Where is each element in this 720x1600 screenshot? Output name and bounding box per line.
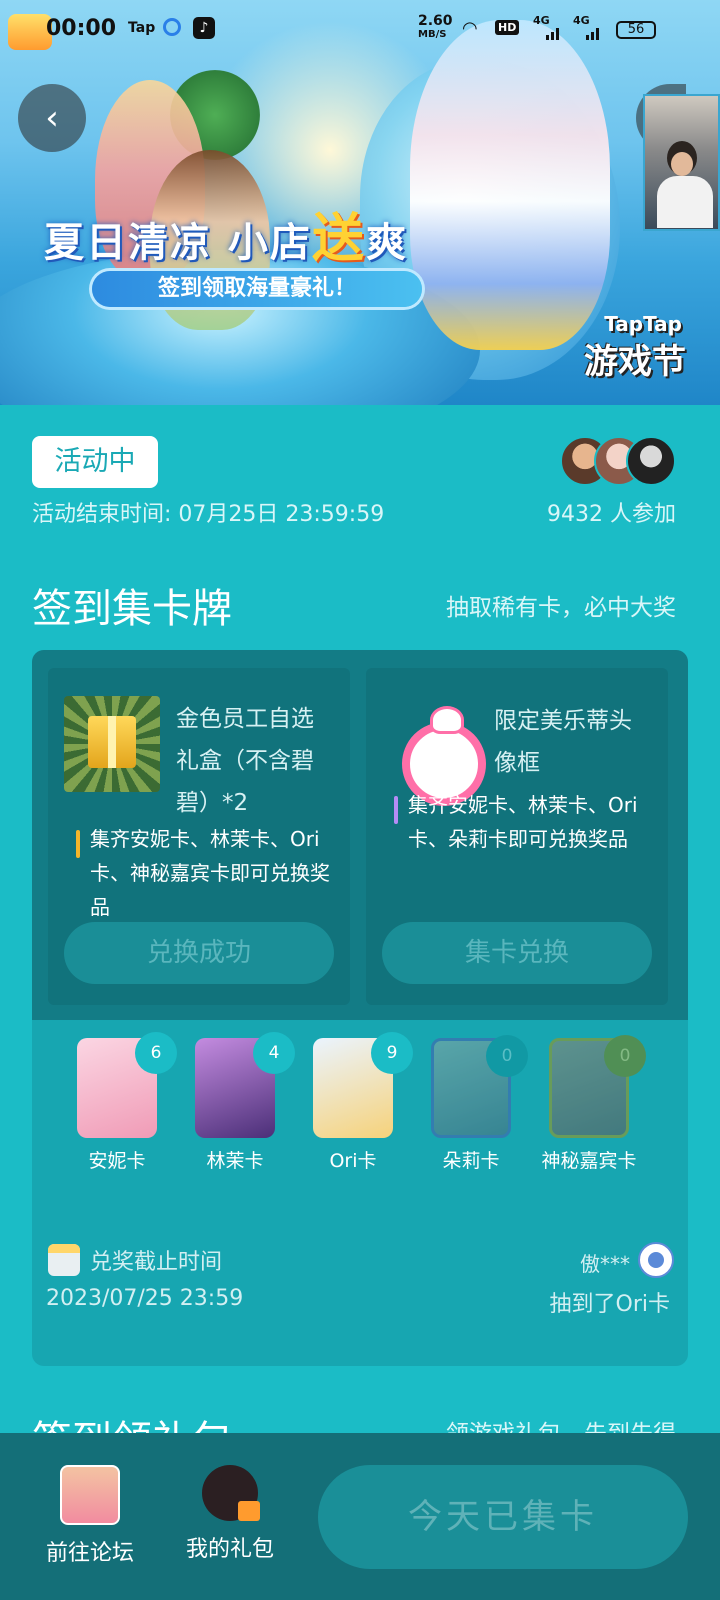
winner-avatar <box>638 1242 674 1278</box>
card-name: 神秘嘉宾卡 <box>541 1150 637 1172</box>
my-gift-label: 我的礼包 <box>185 1537 274 1562</box>
card-name: 安妮卡 <box>88 1150 146 1172</box>
section-title-card-collect: 签到集卡牌 <box>32 586 232 632</box>
card-count-badge: 6 <box>135 1032 177 1074</box>
pip-person-body <box>657 176 713 228</box>
forum-icon <box>60 1465 120 1525</box>
winner-result: 抽到了Ori卡 <box>549 1292 670 1317</box>
reward-description: 集齐安妮卡、林茉卡、Ori卡、朵莉卡即可兑换奖品 <box>394 788 666 856</box>
bottom-action-bar: 前往论坛 我的礼包 今天已集卡 <box>0 1433 720 1600</box>
clock: 00:00 <box>46 16 117 41</box>
card-thumbnail: 0 <box>549 1035 646 1138</box>
avatar <box>626 436 676 486</box>
card-thumbnail: 4 <box>195 1032 295 1138</box>
hero-title: 夏日清凉 小店送爽 <box>44 209 408 269</box>
back-button[interactable]: ‹ <box>18 84 86 152</box>
card-thumbnail: 0 <box>431 1035 528 1138</box>
card-name: Ori卡 <box>329 1150 377 1172</box>
card-collect-panel: 金色员工自选礼盒（不含碧碧）*2 集齐安妮卡、林茉卡、Ori卡、神秘嘉宾卡即可兑… <box>32 650 688 1366</box>
card-count-badge: 0 <box>604 1035 646 1077</box>
hero-character-right <box>410 20 610 350</box>
collect-card-ori[interactable]: 9 Ori卡 <box>294 1032 413 1176</box>
collect-card-mystery-guest[interactable]: 0 神秘嘉宾卡 <box>530 1035 648 1176</box>
gift-avatar-icon <box>202 1465 260 1521</box>
card-count-badge: 0 <box>486 1035 528 1077</box>
card-thumbnail: 6 <box>77 1032 177 1138</box>
collect-card-anni[interactable]: 6 安妮卡 <box>58 1032 177 1176</box>
collect-card-duoli[interactable]: 0 朵莉卡 <box>412 1035 530 1176</box>
participant-avatars[interactable] <box>560 436 678 490</box>
tiktok-icon: ♪ <box>193 17 215 39</box>
activity-status-badge: 活动中 <box>32 436 158 488</box>
reward-item: 限定美乐蒂头像框 集齐安妮卡、林茉卡、Ori卡、朵莉卡即可兑换奖品 集卡兑换 <box>366 668 668 1005</box>
deadline-value: 2023/07/25 23:59 <box>46 1286 244 1311</box>
hero-subtitle: 签到领取海量豪礼！ <box>92 271 422 307</box>
wifi-icon: ◠ <box>462 18 478 39</box>
pip-person-face <box>671 152 693 176</box>
circle-notification-icon <box>163 18 181 36</box>
calendar-icon <box>48 1244 80 1276</box>
card-name: 朵莉卡 <box>442 1150 500 1172</box>
taptap-notification-icon: Tap <box>128 20 156 36</box>
section-hint-card-collect: 抽取稀有卡，必中大奖 <box>446 595 676 621</box>
collect-card-linmo[interactable]: 4 林茉卡 <box>176 1032 295 1176</box>
fest-brand: TapTap <box>604 312 682 336</box>
reward-description: 集齐安妮卡、林茉卡、Ori卡、神秘嘉宾卡即可兑换奖品 <box>76 822 348 924</box>
forum-label: 前往论坛 <box>45 1541 134 1566</box>
network-speed: 2.60 MB/S <box>418 13 453 40</box>
taptap-festival-logo: TapTap 游戏节 <box>574 312 690 382</box>
hd-icon: HD <box>495 20 520 35</box>
melody-frame-icon <box>382 696 486 806</box>
activity-end-time: 活动结束时间: 07月25日 23:59:59 <box>32 502 385 527</box>
reward-name: 限定美乐蒂头像框 <box>494 708 632 776</box>
my-gift-button[interactable]: 我的礼包 <box>170 1465 290 1563</box>
collect-redeem-button[interactable]: 集卡兑换 <box>382 922 652 984</box>
reward-name: 金色员工自选礼盒（不含碧碧）*2 <box>176 706 314 816</box>
hero-banner: 夏日清凉 小店送爽 签到领取海量豪礼！ TapTap 游戏节 <box>0 0 720 405</box>
card-thumbnail: 9 <box>313 1032 413 1138</box>
card-count-badge: 4 <box>253 1032 295 1074</box>
status-bar: 00:00 Tap ♪ 2.60 MB/S ◠ HD 4G 4G 56 <box>0 0 720 60</box>
rewards-area: 金色员工自选礼盒（不含碧碧）*2 集齐安妮卡、林茉卡、Ori卡、神秘嘉宾卡即可兑… <box>32 650 688 1020</box>
signal-bars-icon-1 <box>546 26 562 40</box>
signal-bars-icon-2 <box>586 26 602 40</box>
card-count-badge: 9 <box>371 1032 413 1074</box>
chevron-left-icon: ‹ <box>45 98 59 138</box>
today-collected-button[interactable]: 今天已集卡 <box>318 1465 688 1569</box>
winner-name: 傲*** <box>580 1252 630 1276</box>
reward-item: 金色员工自选礼盒（不含碧碧）*2 集齐安妮卡、林茉卡、Ori卡、神秘嘉宾卡即可兑… <box>48 668 350 1005</box>
card-name: 林茉卡 <box>206 1150 264 1172</box>
participant-count: 9432 人参加 <box>547 502 676 527</box>
battery-icon: 56 <box>616 21 656 39</box>
fest-name: 游戏节 <box>584 342 686 382</box>
redeem-success-button[interactable]: 兑换成功 <box>64 922 334 984</box>
video-call-overlay[interactable] <box>643 94 720 231</box>
card-collection-row: 6 安妮卡 4 林茉卡 9 Ori卡 0 朵莉卡 0 神秘嘉宾卡 <box>32 1032 688 1218</box>
deadline-label: 兑奖截止时间 <box>90 1250 223 1275</box>
go-to-forum-button[interactable]: 前往论坛 <box>30 1465 150 1567</box>
gift-box-icon <box>64 696 160 792</box>
